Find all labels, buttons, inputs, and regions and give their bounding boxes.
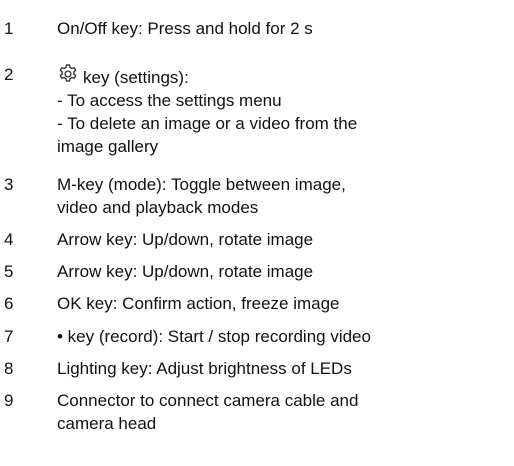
item-line: Arrow key: Up/down, rotate image (57, 230, 314, 249)
item-line: • key (record): Start / stop recording v… (57, 327, 371, 346)
item-line: OK key: Confirm action, freeze image (57, 294, 340, 313)
item-line: On/Off key: Press and hold for 2 s (57, 19, 313, 38)
item-number: 7 (4, 327, 14, 346)
key-description-list: 1 On/Off key: Press and hold for 2 s 2 k… (0, 0, 514, 466)
item-line: - To access the settings menu (57, 91, 282, 110)
item-text: Arrow key: Up/down, rotate image (57, 228, 494, 251)
item-line: Connector to connect camera cable and (57, 391, 359, 410)
item-line: Lighting key: Adjust brightness of LEDs (57, 359, 352, 378)
item-line: - To delete an image or a video from the (57, 114, 358, 133)
item-line: M-key (mode): Toggle between image, (57, 175, 346, 194)
item-text: Arrow key: Up/down, rotate image (57, 260, 494, 283)
item-line: video and playback modes (57, 198, 259, 217)
item-line: camera head (57, 414, 157, 433)
item-text: • key (record): Start / stop recording v… (57, 325, 494, 348)
item-number: 5 (4, 262, 14, 281)
item-text: key (settings): - To access the settings… (57, 63, 494, 158)
item-text: Connector to connect camera cable and ca… (57, 389, 494, 435)
item-text: Lighting key: Adjust brightness of LEDs (57, 357, 494, 380)
item-number: 8 (4, 359, 14, 378)
item-number: 4 (4, 230, 14, 249)
gear-settings-icon (57, 63, 79, 85)
item-text: On/Off key: Press and hold for 2 s (57, 17, 494, 40)
item-number: 1 (4, 19, 14, 38)
item-text: OK key: Confirm action, freeze image (57, 292, 494, 315)
item-line: key (settings): (83, 68, 189, 87)
item-number: 9 (4, 391, 14, 410)
item-number: 2 (4, 65, 14, 84)
item-number: 3 (4, 175, 14, 194)
item-line: Arrow key: Up/down, rotate image (57, 262, 314, 281)
item-text: M-key (mode): Toggle between image, vide… (57, 173, 494, 219)
item-line: image gallery (57, 137, 159, 156)
item-number: 6 (4, 294, 14, 313)
